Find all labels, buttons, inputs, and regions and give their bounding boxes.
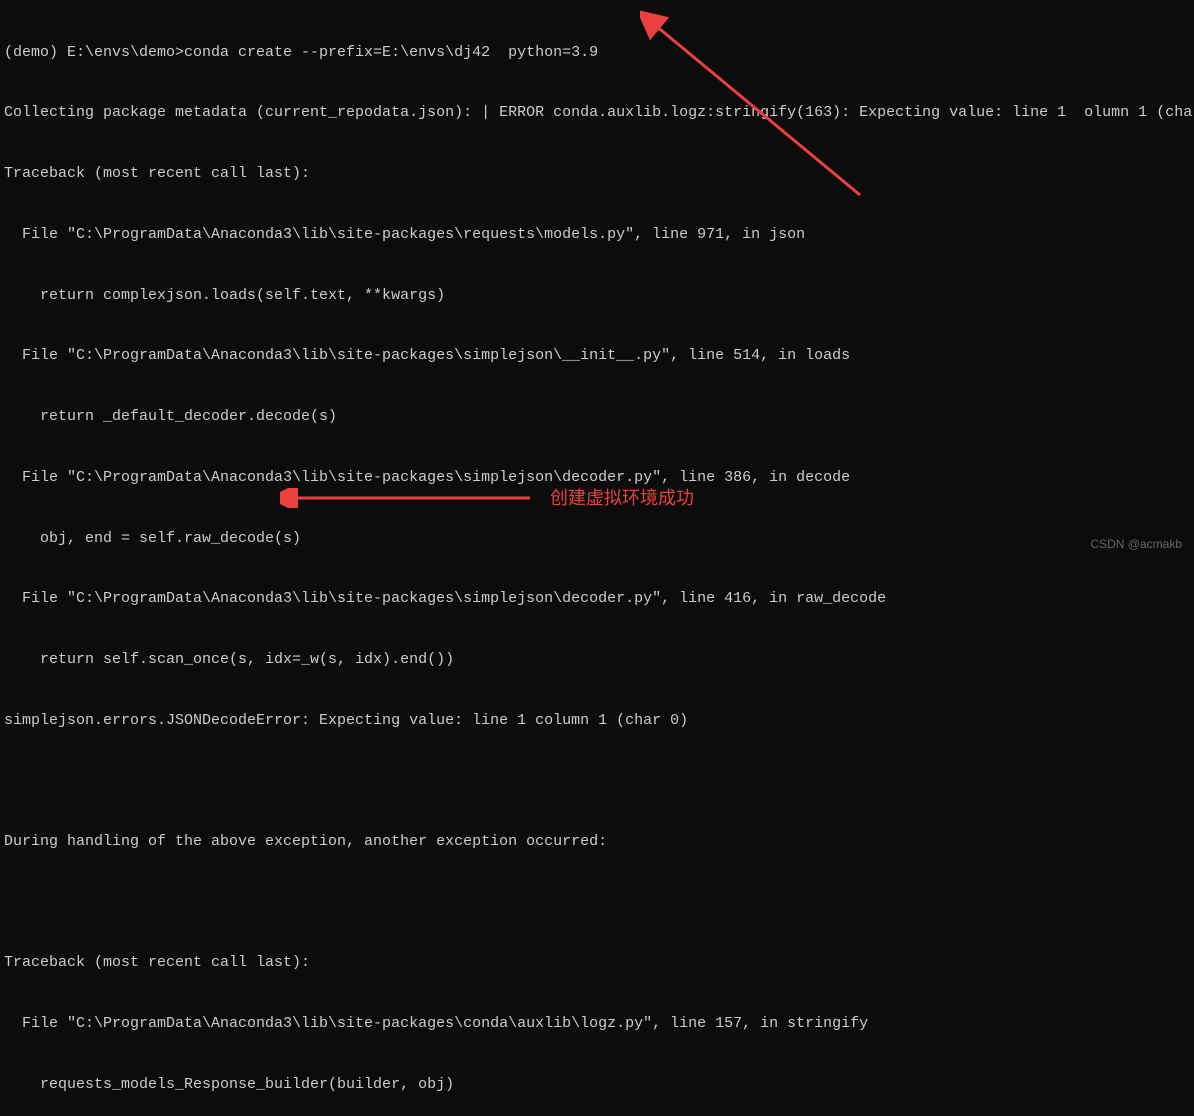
watermark-text: CSDN @acmakb xyxy=(1090,536,1182,552)
terminal-line: return _default_decoder.decode(s) xyxy=(4,407,1190,427)
terminal-line: Traceback (most recent call last): xyxy=(4,164,1190,184)
terminal-line: (demo) E:\envs\demo>conda create --prefi… xyxy=(4,43,1190,63)
terminal-line: simplejson.errors.JSONDecodeError: Expec… xyxy=(4,711,1190,731)
terminal-line: File "C:\ProgramData\Anaconda3\lib\site-… xyxy=(4,225,1190,245)
terminal-line: File "C:\ProgramData\Anaconda3\lib\site-… xyxy=(4,1014,1190,1034)
terminal-output[interactable]: (demo) E:\envs\demo>conda create --prefi… xyxy=(4,2,1190,1116)
terminal-line: requests_models_Response_builder(builder… xyxy=(4,1075,1190,1095)
terminal-line: Traceback (most recent call last): xyxy=(4,953,1190,973)
terminal-line: return self.scan_once(s, idx=_w(s, idx).… xyxy=(4,650,1190,670)
terminal-line: File "C:\ProgramData\Anaconda3\lib\site-… xyxy=(4,468,1190,488)
terminal-line: Collecting package metadata (current_rep… xyxy=(4,103,1190,123)
terminal-line: File "C:\ProgramData\Anaconda3\lib\site-… xyxy=(4,589,1190,609)
terminal-line xyxy=(4,772,1190,792)
terminal-line: obj, end = self.raw_decode(s) xyxy=(4,529,1190,549)
terminal-line xyxy=(4,893,1190,913)
terminal-line: return complexjson.loads(self.text, **kw… xyxy=(4,286,1190,306)
terminal-line: File "C:\ProgramData\Anaconda3\lib\site-… xyxy=(4,346,1190,366)
terminal-line: During handling of the above exception, … xyxy=(4,832,1190,852)
